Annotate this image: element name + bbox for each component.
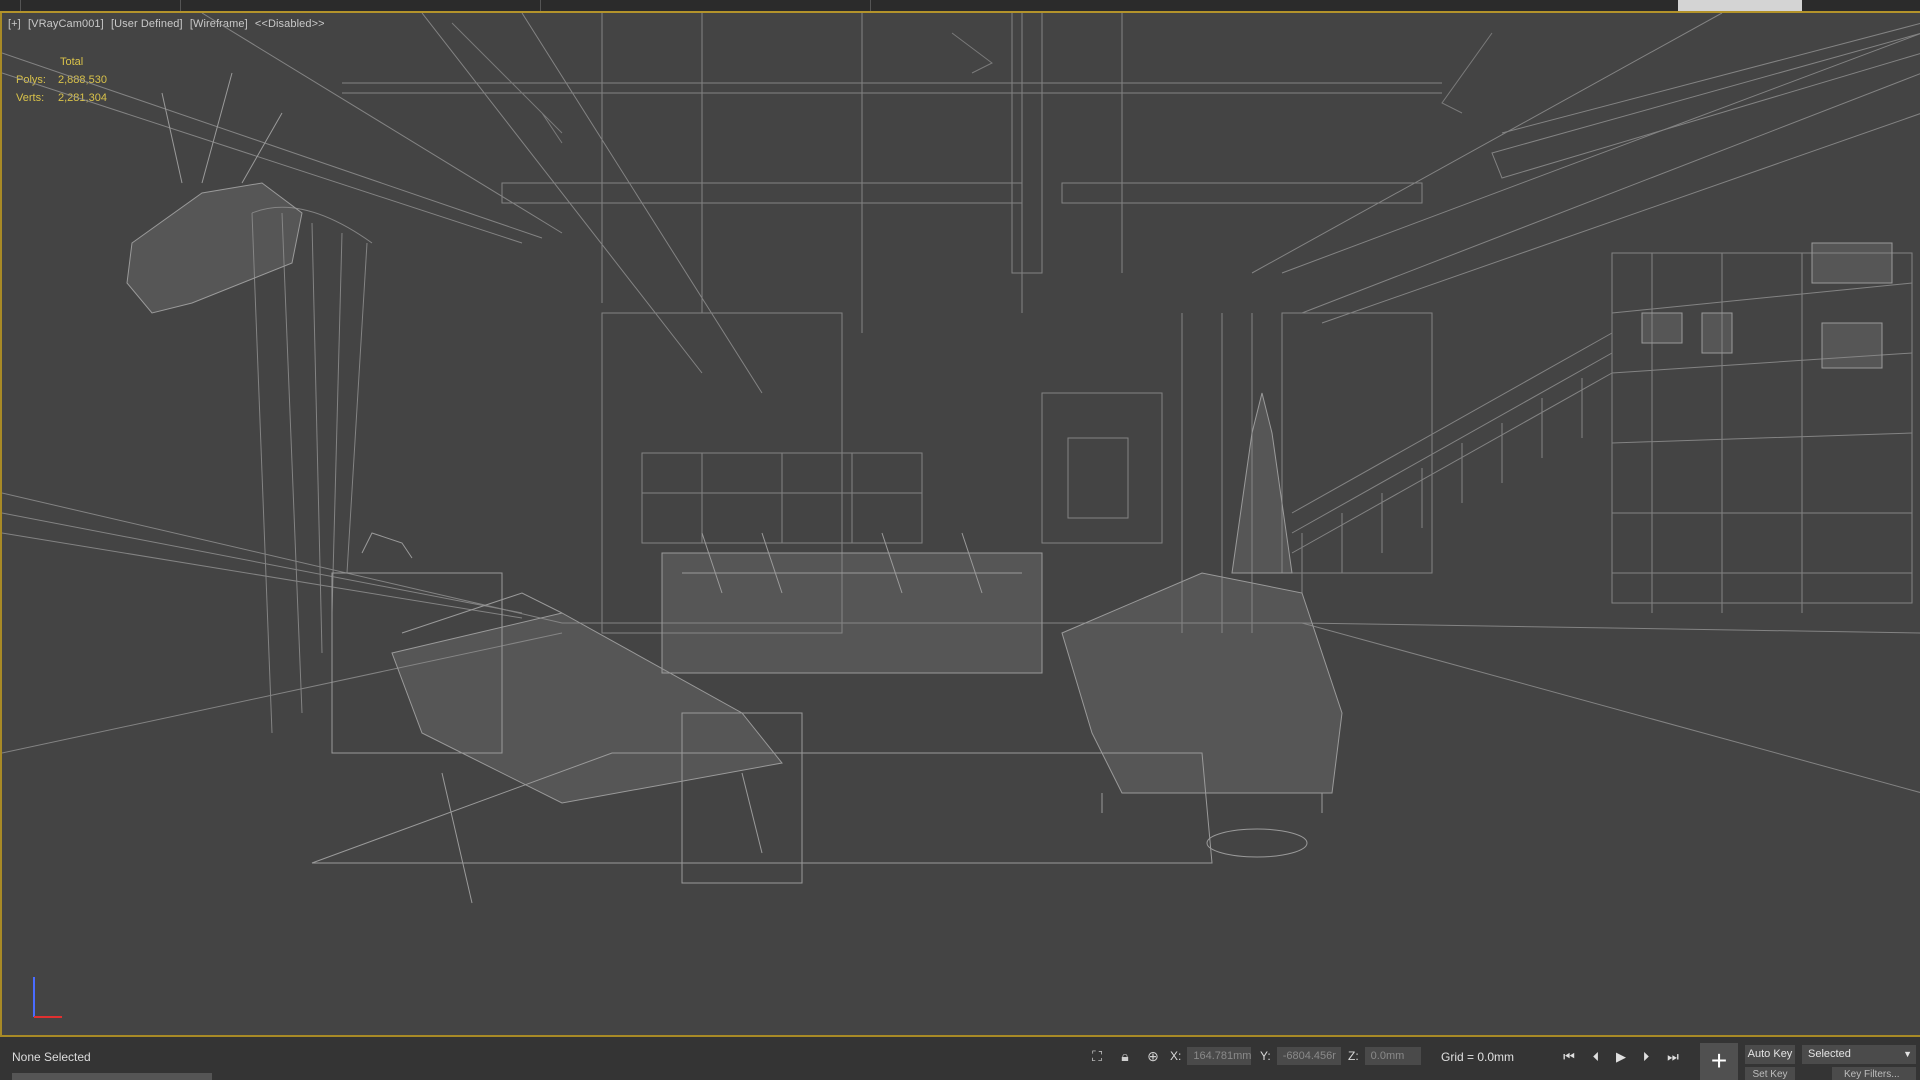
furniture: [126, 72, 1893, 904]
x-label: X:: [1170, 1049, 1182, 1063]
chevron-down-icon: ▼: [1903, 1049, 1912, 1059]
z-field[interactable]: 0.0mm: [1364, 1047, 1421, 1065]
isolate-icon[interactable]: ⛶: [1089, 1048, 1105, 1064]
toolbar-slot[interactable]: [180, 0, 199, 11]
z-coordinate[interactable]: Z: 0.0mm: [1348, 1047, 1421, 1065]
set-key-icon[interactable]: +: [1700, 1043, 1738, 1080]
z-label: Z:: [1348, 1049, 1359, 1063]
sign-in-button[interactable]: [1678, 0, 1802, 11]
wireframe-scene: [2, 13, 1920, 904]
key-mode-value: Selected: [1808, 1048, 1851, 1060]
go-to-start-icon[interactable]: ⏮: [1560, 1048, 1578, 1066]
status-bar: None Selected ⛶ 🔒︎ ⊕ X: 164.781mm Y: -68…: [0, 1035, 1920, 1080]
toolbar-slot[interactable]: [540, 0, 559, 11]
selection-status: None Selected: [12, 1050, 91, 1064]
x-field[interactable]: 164.781mm: [1187, 1047, 1251, 1065]
next-frame-icon[interactable]: ⏵: [1637, 1048, 1655, 1066]
lock-icon[interactable]: 🔒︎: [1117, 1048, 1133, 1064]
set-key-button[interactable]: Set Key: [1745, 1067, 1795, 1080]
y-field[interactable]: -6804.456r: [1276, 1047, 1341, 1065]
top-toolbar-strip: [0, 0, 1920, 13]
max-window: [+] [VRayCam001] [User Defined] [Wirefra…: [0, 0, 1920, 1080]
grid-size: Grid = 0.0mm: [1441, 1050, 1515, 1064]
axis-tripod-icon: [33, 977, 62, 1018]
play-icon[interactable]: ▶: [1612, 1048, 1630, 1066]
y-coordinate[interactable]: Y: -6804.456r: [1260, 1047, 1341, 1065]
auto-key-button[interactable]: Auto Key: [1745, 1045, 1795, 1064]
key-filters-button[interactable]: Key Filters...: [1832, 1067, 1916, 1080]
key-mode-select[interactable]: Selected ▼: [1802, 1045, 1916, 1064]
camera-viewport[interactable]: [+] [VRayCam001] [User Defined] [Wirefra…: [0, 13, 1920, 1035]
y-label: Y:: [1260, 1049, 1271, 1063]
absolute-mode-icon[interactable]: ⊕: [1145, 1048, 1161, 1064]
go-to-end-icon[interactable]: ⏭: [1664, 1048, 1682, 1066]
toolbar-slot[interactable]: [20, 0, 39, 11]
room-shell: [2, 13, 1920, 793]
previous-frame-icon[interactable]: ⏴: [1587, 1048, 1605, 1066]
x-coordinate[interactable]: X: 164.781mm: [1170, 1047, 1251, 1065]
prompt-line: [12, 1073, 212, 1080]
toolbar-slot[interactable]: [870, 0, 889, 11]
